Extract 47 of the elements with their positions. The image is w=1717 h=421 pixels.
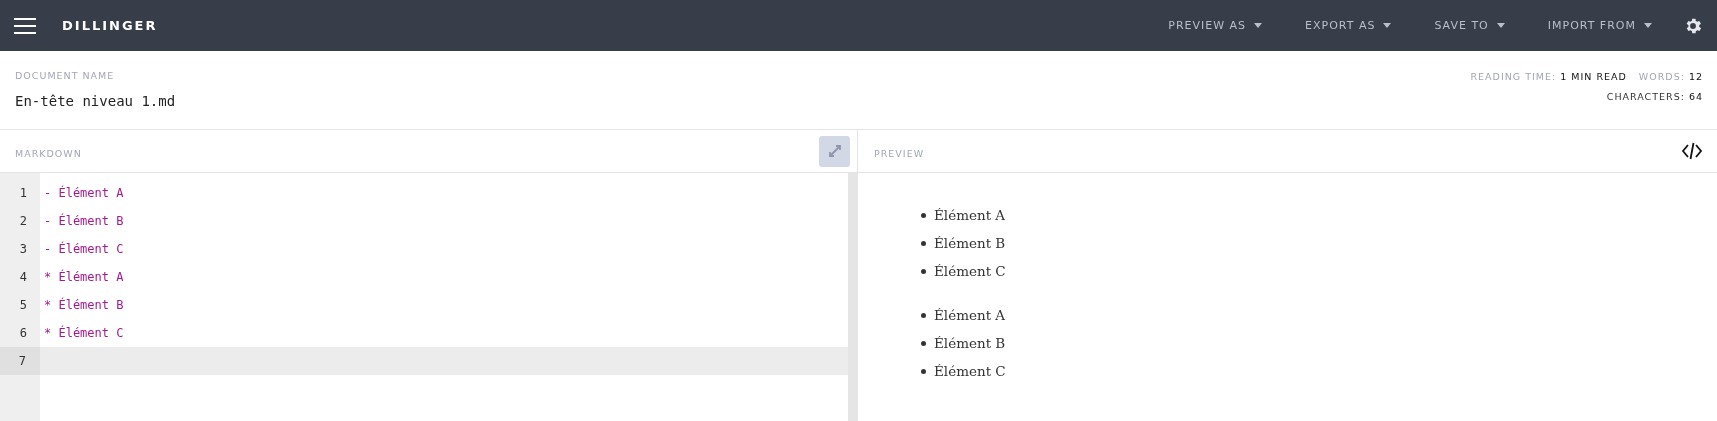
scrollbar[interactable] [848, 173, 857, 421]
nav-menu[interactable]: EXPORT AS [1305, 19, 1392, 32]
stat-label: CHARACTERS: [1606, 91, 1685, 102]
line-number: 3 [18, 242, 27, 256]
code-text: - Élément C [44, 242, 124, 256]
line-number: 1 [18, 186, 27, 200]
line-number: 6 [18, 326, 27, 340]
stat-label: WORDS: [1638, 71, 1685, 82]
caret-icon [1383, 23, 1392, 28]
stat-value: 12 [1688, 71, 1703, 82]
bullet-icon [921, 268, 926, 274]
nav-menu[interactable]: IMPORT FROM [1547, 19, 1652, 32]
bullet-icon [921, 212, 926, 218]
code-text: * Élément A [44, 270, 124, 284]
menu-icon[interactable] [14, 17, 36, 34]
code-text: * Élément C [44, 326, 124, 340]
stat-value: 64 [1688, 91, 1703, 102]
code-text: * Élément B [44, 298, 124, 312]
list-item: Élément B [934, 235, 1006, 251]
caret-icon [1254, 23, 1263, 28]
stat-label: READING TIME: [1470, 71, 1557, 82]
nav-menu[interactable]: PREVIEW AS [1168, 19, 1263, 32]
list-item: Élément A [934, 207, 1006, 223]
app-logo: DILLINGER [62, 18, 158, 33]
list-item: Élément C [934, 263, 1006, 279]
bullet-icon [921, 240, 926, 246]
line-number: 4 [18, 270, 27, 284]
line-number: 2 [18, 214, 27, 228]
list-item: Élément A [934, 307, 1006, 323]
line-number: 7 [0, 347, 40, 375]
code-icon[interactable] [1681, 142, 1703, 160]
stat-value: 1 MIN READ [1560, 71, 1627, 82]
bullet-icon [921, 368, 926, 374]
field-label: DOCUMENT NAME [15, 70, 116, 81]
pane-title: MARKDOWN [15, 147, 82, 159]
caret-icon [1496, 23, 1505, 28]
code-text: - Élément B [44, 214, 124, 228]
line-number: 5 [18, 298, 27, 312]
expand-icon[interactable] [819, 135, 850, 167]
pane-title: PREVIEW [874, 147, 925, 159]
bullet-icon [921, 312, 926, 318]
list-item: Élément C [934, 363, 1006, 379]
bullet-icon [921, 340, 926, 346]
nav-menu[interactable]: SAVE TO [1434, 19, 1505, 32]
caret-icon [1644, 23, 1652, 28]
code-text: - Élément A [44, 186, 124, 200]
list-item: Élément B [934, 335, 1006, 351]
